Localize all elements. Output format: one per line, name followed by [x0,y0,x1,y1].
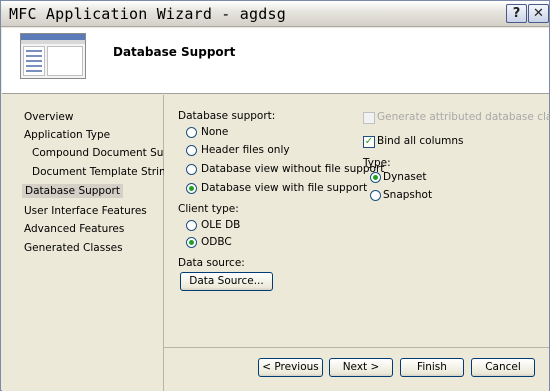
nav-item-user-interface-features[interactable]: User Interface Features [24,205,147,217]
radio-view-without-file-support[interactable] [186,164,197,175]
wizard-thumbnail-image [20,33,86,79]
radio-none-label[interactable]: None [201,126,228,138]
wizard-window: MFC Application Wizard - agdsg ? ✕ Datab… [0,0,550,391]
radio-dynaset[interactable] [370,172,381,183]
footer-divider [164,347,549,348]
close-button[interactable]: ✕ [528,4,549,23]
radio-ole-db[interactable] [186,220,197,231]
generate-attributed-checkbox [363,112,375,124]
wizard-content: Database support: None Header files only… [164,95,550,391]
wizard-header: Database Support [2,28,549,94]
finish-button[interactable]: Finish [400,358,464,377]
bind-all-columns-checkbox[interactable]: ✓ [363,136,375,148]
data-source-button[interactable]: Data Source... [180,272,273,291]
nav-item-database-support[interactable]: Database Support [22,184,123,198]
title-bar[interactable]: MFC Application Wizard - agdsg ? ✕ [1,1,549,27]
radio-header-files-only-label[interactable]: Header files only [201,144,290,156]
database-support-label: Database support: [178,110,276,122]
radio-header-files-only[interactable] [186,145,197,156]
radio-snapshot-label[interactable]: Snapshot [383,189,432,201]
radio-view-with-file-support-label[interactable]: Database view with file support [201,182,367,194]
next-button[interactable]: Next > [329,358,393,377]
nav-item-application-type[interactable]: Application Type [24,129,110,141]
nav-item-advanced-features[interactable]: Advanced Features [24,223,124,235]
help-button[interactable]: ? [506,4,527,23]
radio-dynaset-label[interactable]: Dynaset [383,171,426,183]
radio-odbc[interactable] [186,237,197,248]
radio-view-without-file-support-label[interactable]: Database view without file support [201,163,384,175]
type-label: Type: [363,157,391,169]
radio-ole-db-label[interactable]: OLE DB [201,219,240,231]
previous-button[interactable]: < Previous [258,358,323,377]
wizard-nav: Overview Application Type Compound Docum… [2,95,192,391]
nav-item-overview[interactable]: Overview [24,111,73,123]
radio-snapshot[interactable] [370,190,381,201]
nav-item-generated-classes[interactable]: Generated Classes [24,242,123,254]
window-title: MFC Application Wizard - agdsg [9,5,286,23]
bind-all-columns-label[interactable]: Bind all columns [377,135,464,147]
nav-item-document-template-strings[interactable]: Document Template Strings [32,166,178,178]
page-title: Database Support [113,45,236,59]
radio-odbc-label[interactable]: ODBC [201,236,232,248]
cancel-button[interactable]: Cancel [471,358,535,377]
client-type-label: Client type: [178,203,239,215]
generate-attributed-label: Generate attributed database class [377,111,550,123]
data-source-label: Data source: [178,257,245,269]
radio-view-with-file-support[interactable] [186,183,197,194]
radio-none[interactable] [186,127,197,138]
